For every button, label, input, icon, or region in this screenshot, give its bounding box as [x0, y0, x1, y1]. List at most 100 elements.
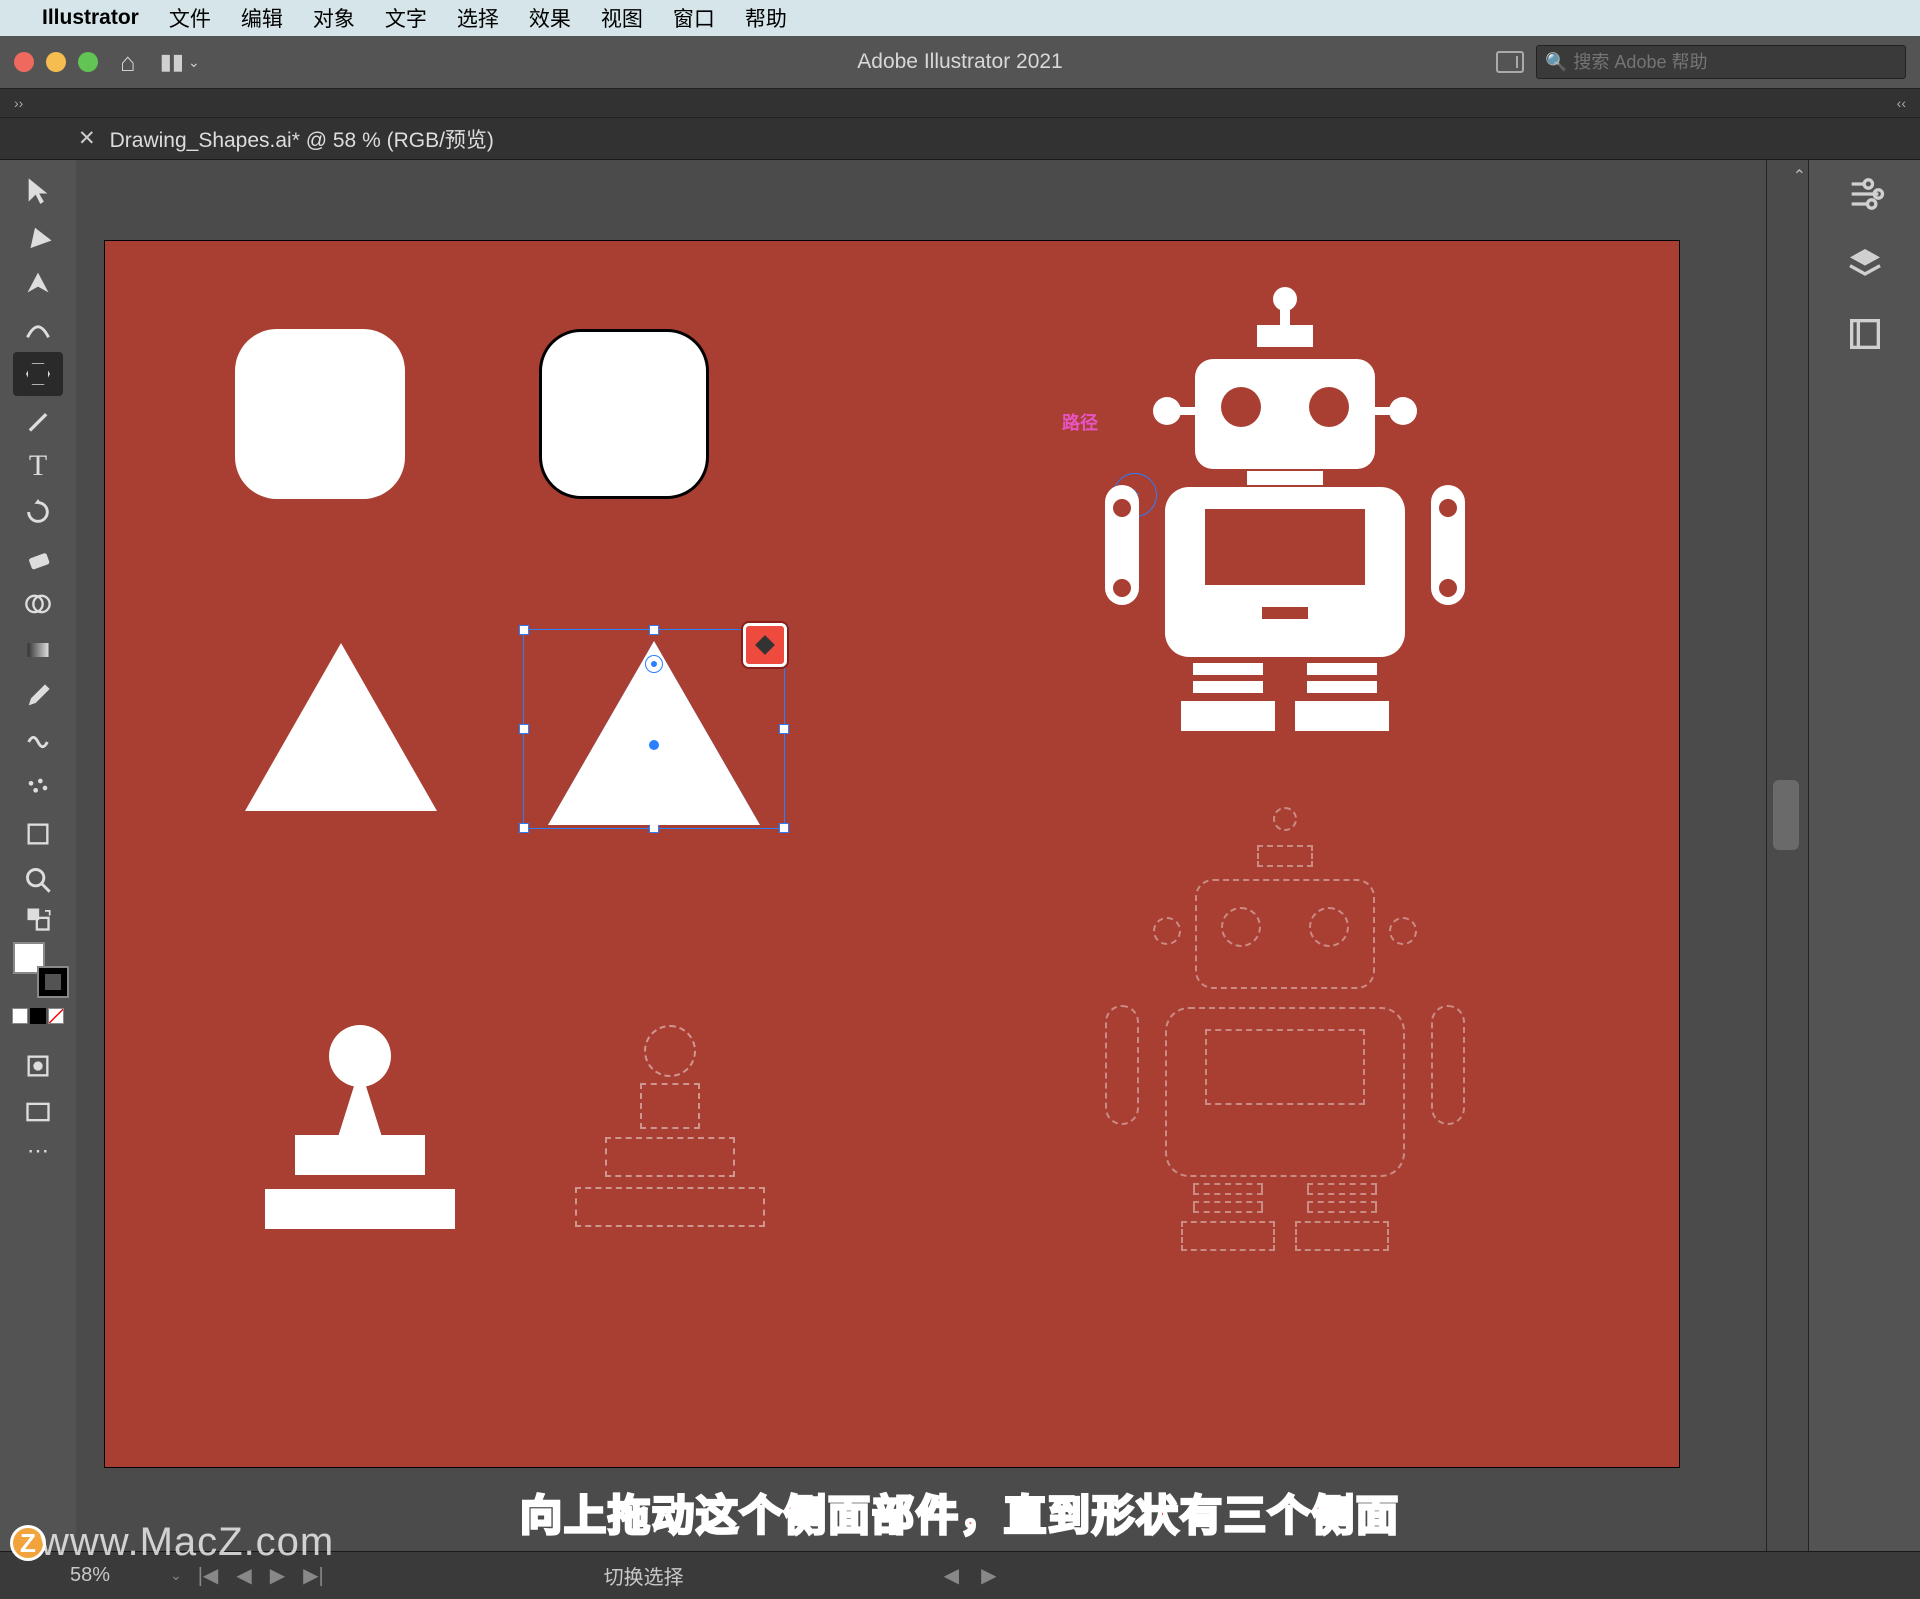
menu-type[interactable]: 文字	[385, 3, 427, 33]
arrange-documents-icon[interactable]	[1496, 51, 1524, 73]
macos-menubar: Illustrator 文件 编辑 对象 文字 选择 效果 视图 窗口 帮助	[0, 0, 1920, 36]
screen-mode-icon[interactable]	[13, 1090, 63, 1134]
zoom-tool[interactable]	[13, 858, 63, 902]
robot-eye	[1309, 387, 1349, 427]
type-tool[interactable]: T	[13, 444, 63, 488]
pen-tool[interactable]	[13, 260, 63, 304]
document-tab-label[interactable]: Drawing_Shapes.ai* @ 58 % (RGB/预览)	[110, 124, 494, 154]
tab-close-icon[interactable]: ✕	[78, 126, 96, 151]
color-mode-solid[interactable]	[12, 1008, 28, 1024]
vertical-scrollbar[interactable]: ⌃	[1766, 160, 1808, 1552]
fill-stroke-swatch[interactable]	[13, 942, 63, 992]
nav-next-icon[interactable]: ▶	[270, 1563, 285, 1588]
hscroll-left-icon[interactable]: ◀	[944, 1563, 959, 1588]
bbox-handle-mr[interactable]	[779, 724, 789, 734]
guide-rect	[1307, 1201, 1377, 1213]
collapse-panels-icon[interactable]: ‹‹	[1897, 95, 1906, 111]
menu-help[interactable]: 帮助	[745, 3, 787, 33]
nav-prev-icon[interactable]: ◀	[236, 1563, 251, 1588]
guide-rect	[1193, 1201, 1263, 1213]
curvature-tool[interactable]	[13, 306, 63, 350]
right-panel-dock	[1808, 160, 1920, 1552]
workspace-switcher[interactable]: ▮▮ ⌄	[160, 49, 200, 75]
artboard-tool[interactable]	[13, 812, 63, 856]
eraser-tool[interactable]	[13, 536, 63, 580]
collapse-tools-icon[interactable]: ››	[14, 95, 23, 111]
zoom-dropdown-icon[interactable]: ⌄	[170, 1567, 182, 1584]
triangle-selected[interactable]	[523, 629, 785, 829]
hscroll-right-icon[interactable]: ▶	[981, 1563, 996, 1588]
menu-file[interactable]: 文件	[169, 3, 211, 33]
triangle-white[interactable]	[245, 643, 437, 811]
bbox-handle-bl[interactable]	[519, 823, 529, 833]
bbox-handle-mt[interactable]	[649, 625, 659, 635]
menu-select[interactable]: 选择	[457, 3, 499, 33]
menu-window[interactable]: 窗口	[673, 3, 715, 33]
nav-first-icon[interactable]: |◀	[198, 1563, 219, 1588]
color-mode-gradient[interactable]	[30, 1008, 46, 1024]
window-close-button[interactable]	[14, 52, 34, 72]
guide-rect	[1105, 1005, 1139, 1125]
joystick-shape[interactable]	[275, 1025, 445, 1235]
bbox-handle-br[interactable]	[779, 823, 789, 833]
canvas-viewport[interactable]: 路径	[76, 160, 1766, 1552]
polygon-tool[interactable]	[13, 352, 63, 396]
app-window: ⌂ ▮▮ ⌄ Adobe Illustrator 2021 🔍 ›› ‹‹ ✕ …	[0, 36, 1920, 1599]
guide-rect	[1307, 1183, 1377, 1195]
guide-rect	[1181, 1221, 1275, 1251]
selection-tool[interactable]	[13, 168, 63, 212]
eyedropper-tool[interactable]	[13, 674, 63, 718]
menu-view[interactable]: 视图	[601, 3, 643, 33]
rotate-tool[interactable]	[13, 490, 63, 534]
guide-circle	[1221, 907, 1261, 947]
guide-rect	[640, 1083, 700, 1129]
properties-icon[interactable]	[1845, 174, 1885, 214]
swap-fill-stroke-icon[interactable]	[13, 904, 63, 934]
bbox-handle-tl[interactable]	[519, 625, 529, 635]
menu-effect[interactable]: 效果	[529, 3, 571, 33]
rounded-rect-white[interactable]	[235, 329, 405, 499]
guide-rect	[1193, 1183, 1263, 1195]
window-zoom-button[interactable]	[78, 52, 98, 72]
symbol-sprayer-tool[interactable]	[13, 766, 63, 810]
robot-antenna-stem	[1280, 307, 1290, 327]
robot-antenna-base	[1257, 325, 1313, 347]
libraries-icon[interactable]	[1845, 314, 1885, 354]
help-search[interactable]: 🔍	[1536, 45, 1906, 79]
gradient-tool[interactable]	[13, 628, 63, 672]
joystick-base-2	[265, 1189, 455, 1229]
hscroll-nav: ◀ ▶	[944, 1563, 997, 1588]
stroke-swatch[interactable]	[37, 966, 69, 998]
color-mode-swatches	[12, 1008, 64, 1024]
layers-icon[interactable]	[1845, 244, 1885, 284]
menu-object[interactable]: 对象	[313, 3, 355, 33]
live-shape-indicator[interactable]	[645, 655, 663, 673]
rounded-rect-outlined[interactable]	[539, 329, 709, 499]
warp-tool[interactable]	[13, 720, 63, 764]
robot-eye	[1221, 387, 1261, 427]
direct-selection-tool[interactable]	[13, 214, 63, 258]
color-mode-none[interactable]	[48, 1008, 64, 1024]
artboard[interactable]: 路径	[104, 240, 1680, 1468]
scroll-thumb[interactable]	[1773, 780, 1799, 850]
shape-center-dot[interactable]	[649, 740, 659, 750]
help-search-input[interactable]	[1573, 52, 1897, 73]
polygon-sides-widget[interactable]	[743, 623, 787, 667]
nav-last-icon[interactable]: ▶|	[303, 1563, 324, 1588]
status-label[interactable]: 切换选择	[604, 1561, 684, 1590]
app-name[interactable]: Illustrator	[42, 6, 139, 30]
guide-rect	[1295, 1221, 1389, 1251]
zoom-level[interactable]: 58%	[70, 1564, 210, 1587]
draw-mode-icon[interactable]	[13, 1044, 63, 1088]
guide-rect	[1431, 1005, 1465, 1125]
robot-shape[interactable]	[1045, 287, 1525, 767]
brush-tool[interactable]	[13, 398, 63, 442]
home-icon[interactable]: ⌂	[120, 47, 136, 78]
menu-edit[interactable]: 编辑	[241, 3, 283, 33]
scroll-up-icon[interactable]: ⌃	[1793, 166, 1806, 186]
window-minimize-button[interactable]	[46, 52, 66, 72]
shape-builder-tool[interactable]	[13, 582, 63, 626]
edit-toolbar-icon[interactable]: ⋯	[13, 1136, 63, 1166]
robot-joint	[1113, 579, 1131, 597]
bbox-handle-ml[interactable]	[519, 724, 529, 734]
